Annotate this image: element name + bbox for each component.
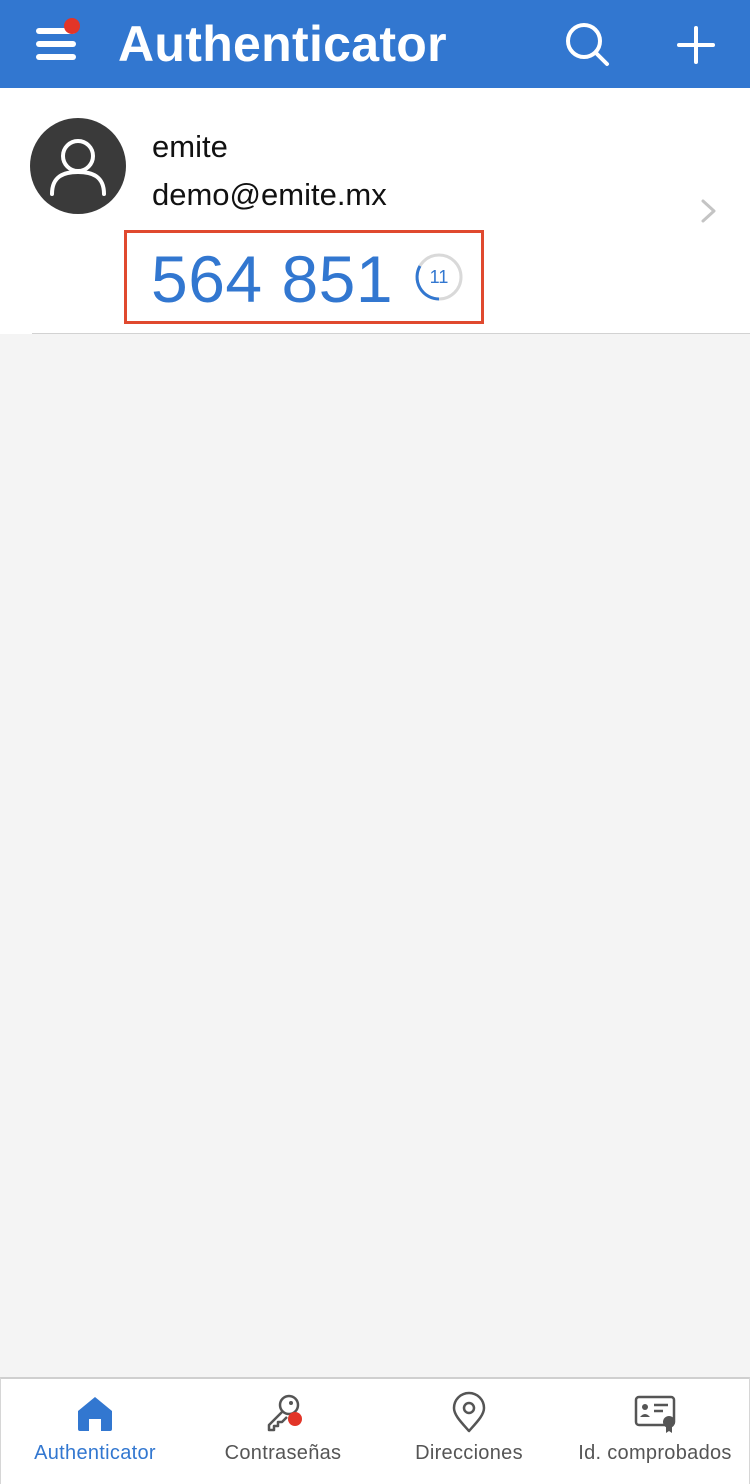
otp-code[interactable]: 564 851 (151, 241, 393, 317)
user-avatar-icon (50, 139, 106, 196)
otp-code-highlight: 564 851 11 (124, 230, 484, 324)
tab-label: Id. comprobados (578, 1442, 732, 1464)
notification-dot (64, 18, 80, 34)
bottom-navigation: Authenticator Contraseñas Direcciones Id… (0, 1377, 750, 1484)
location-pin-icon (452, 1391, 486, 1433)
timer-seconds: 11 (429, 267, 449, 287)
key-icon (267, 1394, 302, 1432)
id-card-icon (634, 1395, 676, 1433)
tab-authenticator[interactable]: Authenticator (1, 1379, 189, 1484)
divider (32, 333, 750, 334)
tab-contrasenas[interactable]: Contraseñas (189, 1379, 377, 1484)
search-button[interactable] (560, 18, 614, 72)
page-title: Authenticator (118, 16, 447, 72)
tab-label: Authenticator (34, 1442, 156, 1464)
chevron-right-icon[interactable] (698, 198, 720, 224)
countdown-timer: 11 (413, 251, 465, 303)
plus-icon (677, 26, 715, 64)
app-header: Authenticator (0, 0, 750, 88)
tab-label: Direcciones (415, 1442, 523, 1464)
account-name: emite (152, 129, 228, 164)
account-list-item[interactable]: emite demo@emite.mx 564 851 11 (0, 88, 750, 334)
tab-id-comprobados[interactable]: Id. comprobados (561, 1379, 749, 1484)
tab-direcciones[interactable]: Direcciones (377, 1379, 561, 1484)
home-icon (78, 1397, 112, 1431)
add-account-button[interactable] (672, 18, 720, 72)
menu-button[interactable] (30, 18, 86, 70)
account-email: demo@emite.mx (152, 177, 387, 212)
avatar (30, 118, 126, 214)
tab-label: Contraseñas (224, 1442, 342, 1464)
search-icon (566, 23, 609, 66)
